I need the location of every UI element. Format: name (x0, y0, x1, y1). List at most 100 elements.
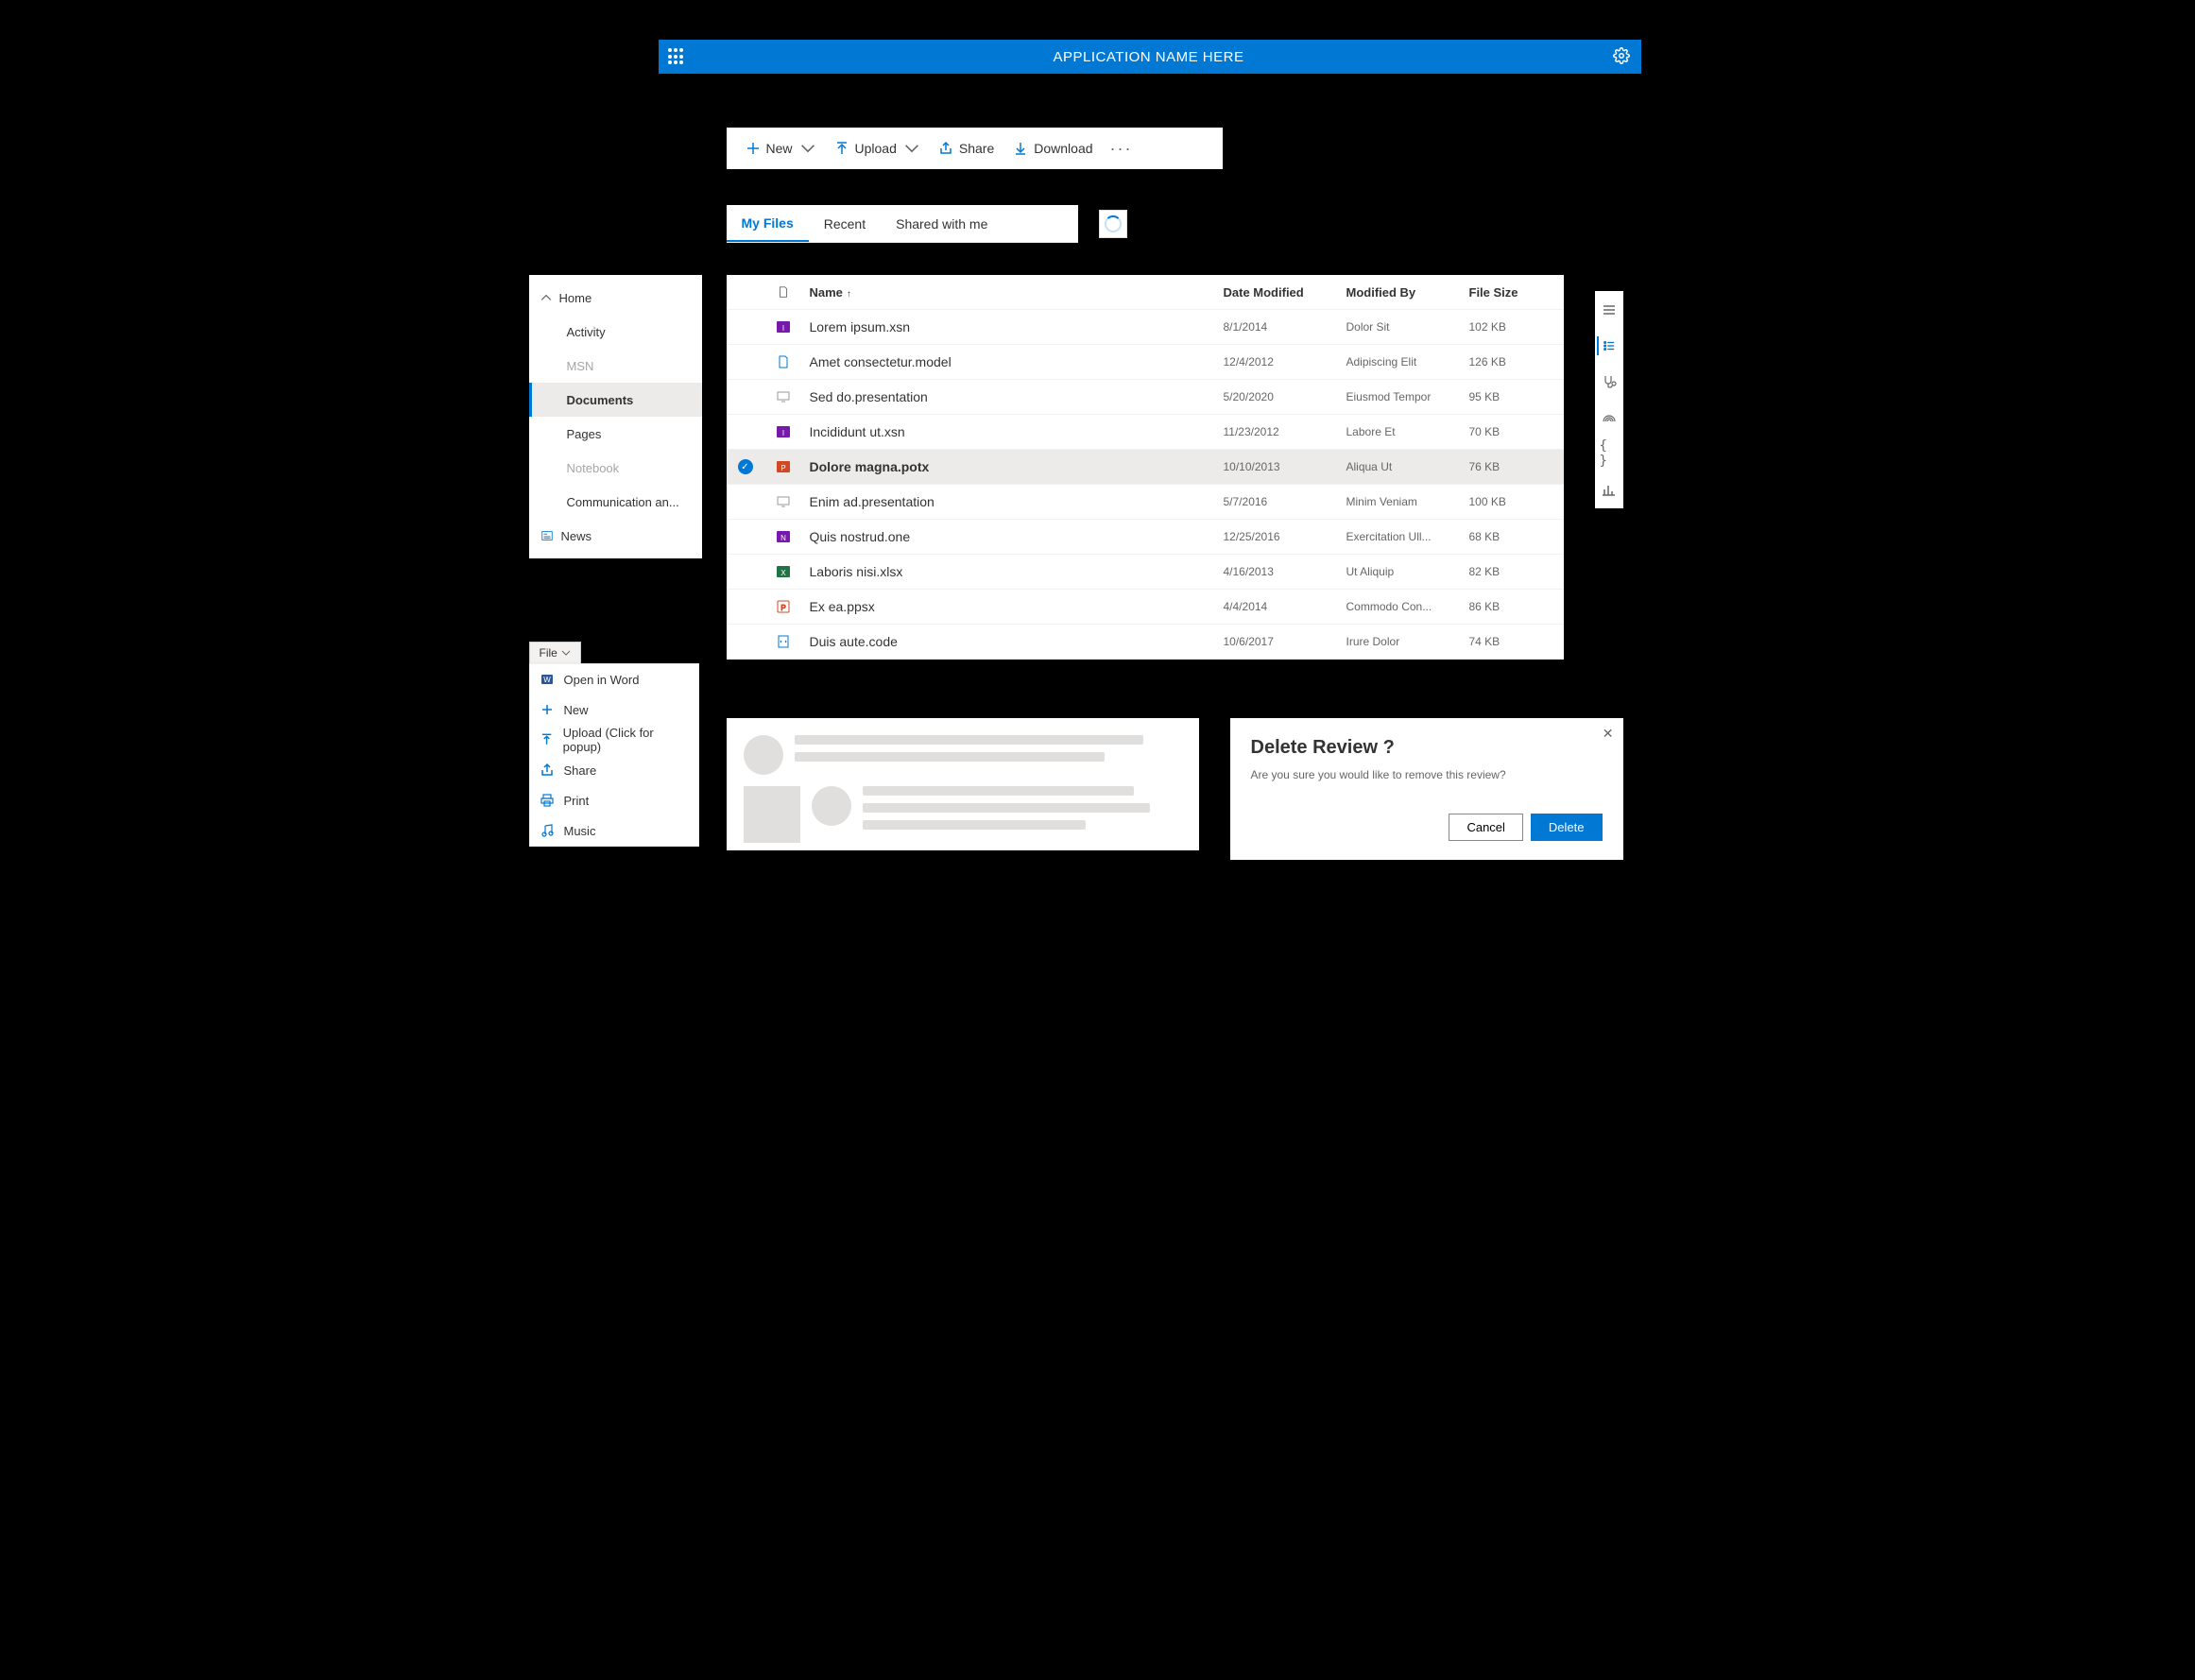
upload-label: Upload (855, 141, 897, 156)
file-row[interactable]: Amet consectetur.model12/4/2012Adipiscin… (727, 345, 1564, 380)
app-title: APPLICATION NAME HERE (685, 49, 1613, 65)
new-button[interactable]: New (736, 128, 825, 169)
delete-button[interactable]: Delete (1531, 814, 1603, 841)
file-date: 12/4/2012 (1224, 355, 1346, 369)
nav-msn: MSN (529, 349, 702, 383)
file-row[interactable]: NQuis nostrud.one12/25/2016Exercitation … (727, 520, 1564, 555)
col-date[interactable]: Date Modified (1224, 285, 1346, 300)
nav-home[interactable]: Home (529, 281, 702, 315)
share-label: Share (959, 141, 994, 156)
file-row[interactable]: IIncididunt ut.xsn11/23/2012Labore Et70 … (727, 415, 1564, 450)
file-size: 102 KB (1469, 320, 1564, 334)
rail-chart-icon[interactable] (1600, 480, 1619, 499)
file-name: Amet consectetur.model (802, 354, 1224, 369)
dialog-title: Delete Review ? (1251, 737, 1603, 759)
file-name: Sed do.presentation (802, 389, 1224, 404)
file-type-icon: N (764, 529, 802, 544)
file-size: 68 KB (1469, 530, 1564, 543)
app-header: APPLICATION NAME HERE (659, 40, 1641, 74)
file-menu-tab[interactable]: File (529, 642, 581, 664)
file-size: 95 KB (1469, 390, 1564, 403)
file-date: 4/4/2014 (1224, 600, 1346, 613)
download-label: Download (1034, 141, 1092, 156)
share-button[interactable]: Share (929, 128, 1003, 169)
col-size[interactable]: File Size (1469, 285, 1564, 300)
file-modified-by: Dolor Sit (1346, 320, 1469, 334)
svg-text:P: P (780, 464, 785, 472)
file-name: Quis nostrud.one (802, 529, 1224, 544)
rail-braces-icon[interactable]: { } (1600, 444, 1619, 463)
file-row[interactable]: PEx ea.ppsx4/4/2014Commodo Con...86 KB (727, 590, 1564, 625)
file-size: 100 KB (1469, 495, 1564, 508)
file-size: 70 KB (1469, 425, 1564, 438)
file-date: 12/25/2016 (1224, 530, 1346, 543)
file-header: Name↑ Date Modified Modified By File Siz… (727, 275, 1564, 310)
file-size: 86 KB (1469, 600, 1564, 613)
svg-text:I: I (781, 429, 783, 437)
file-row[interactable]: XLaboris nisi.xlsx4/16/2013Ut Aliquip82 … (727, 555, 1564, 590)
file-modified-by: Minim Veniam (1346, 495, 1469, 508)
shimmer-avatar (744, 735, 783, 775)
file-date: 10/6/2017 (1224, 635, 1346, 648)
cancel-button[interactable]: Cancel (1449, 814, 1522, 841)
gear-icon[interactable] (1613, 47, 1630, 67)
file-type-icon: P (764, 599, 802, 614)
tabs: My Files Recent Shared with me (727, 205, 1078, 243)
close-icon[interactable]: ✕ (1603, 726, 1614, 742)
more-button[interactable]: ··· (1103, 139, 1140, 159)
file-modified-by: Irure Dolor (1346, 635, 1469, 648)
file-name: Ex ea.ppsx (802, 599, 1224, 614)
command-bar: New Upload Share Download ··· (727, 128, 1223, 169)
download-button[interactable]: Download (1003, 128, 1102, 169)
menu-share[interactable]: Share (530, 755, 698, 785)
news-icon (540, 529, 554, 542)
chevron-up-icon (540, 292, 552, 303)
menu-print[interactable]: Print (530, 785, 698, 815)
nav-activity[interactable]: Activity (529, 315, 702, 349)
menu-music[interactable]: Music (530, 815, 698, 846)
file-name: Duis aute.code (802, 634, 1224, 649)
tab-shared[interactable]: Shared with me (881, 205, 1003, 242)
sort-asc-icon: ↑ (847, 289, 851, 300)
file-name: Laboris nisi.xlsx (802, 564, 1224, 579)
file-size: 76 KB (1469, 460, 1564, 473)
waffle-icon[interactable] (668, 48, 685, 65)
svg-text:W: W (543, 676, 551, 684)
file-row[interactable]: ILorem ipsum.xsn8/1/2014Dolor Sit102 KB (727, 310, 1564, 345)
file-date: 5/7/2016 (1224, 495, 1346, 508)
file-type-icon (764, 354, 802, 369)
col-name[interactable]: Name↑ (802, 285, 1224, 300)
menu-open-word[interactable]: W Open in Word (530, 664, 698, 694)
file-row[interactable]: Enim ad.presentation5/7/2016Minim Veniam… (727, 485, 1564, 520)
upload-button[interactable]: Upload (825, 128, 929, 169)
tab-myfiles[interactable]: My Files (727, 205, 809, 242)
nav-documents[interactable]: Documents (529, 383, 702, 417)
file-row[interactable]: PDolore magna.potx10/10/2013Aliqua Ut76 … (727, 450, 1564, 485)
svg-text:P: P (780, 604, 785, 612)
file-modified-by: Ut Aliquip (1346, 565, 1469, 578)
spinner (1099, 210, 1127, 238)
file-row[interactable]: Sed do.presentation5/20/2020Eiusmod Temp… (727, 380, 1564, 415)
nav-pages[interactable]: Pages (529, 417, 702, 451)
tab-recent[interactable]: Recent (809, 205, 881, 242)
rail-stethoscope-icon[interactable] (1600, 372, 1619, 391)
file-icon (777, 285, 790, 299)
nav-communication[interactable]: Communication an... (529, 485, 702, 519)
check-icon[interactable] (738, 459, 753, 474)
rail-hamburger-icon[interactable] (1600, 300, 1619, 319)
menu-upload[interactable]: Upload (Click for popup) (530, 725, 698, 755)
menu-new[interactable]: New (530, 694, 698, 725)
right-rail: { } (1595, 291, 1623, 508)
file-row[interactable]: Duis aute.code10/6/2017Irure Dolor74 KB (727, 625, 1564, 660)
file-type-icon: P (764, 459, 802, 474)
col-by[interactable]: Modified By (1346, 285, 1469, 300)
chevron-down-icon (904, 141, 919, 156)
nav-news[interactable]: News (529, 519, 702, 553)
rail-rainbow-icon[interactable] (1600, 408, 1619, 427)
spinner-icon (1105, 215, 1122, 232)
chevron-down-icon (800, 141, 815, 156)
file-date: 10/10/2013 (1224, 460, 1346, 473)
rail-list-icon[interactable] (1597, 336, 1616, 355)
shimmer-image (744, 786, 800, 843)
file-type-icon (764, 634, 802, 649)
